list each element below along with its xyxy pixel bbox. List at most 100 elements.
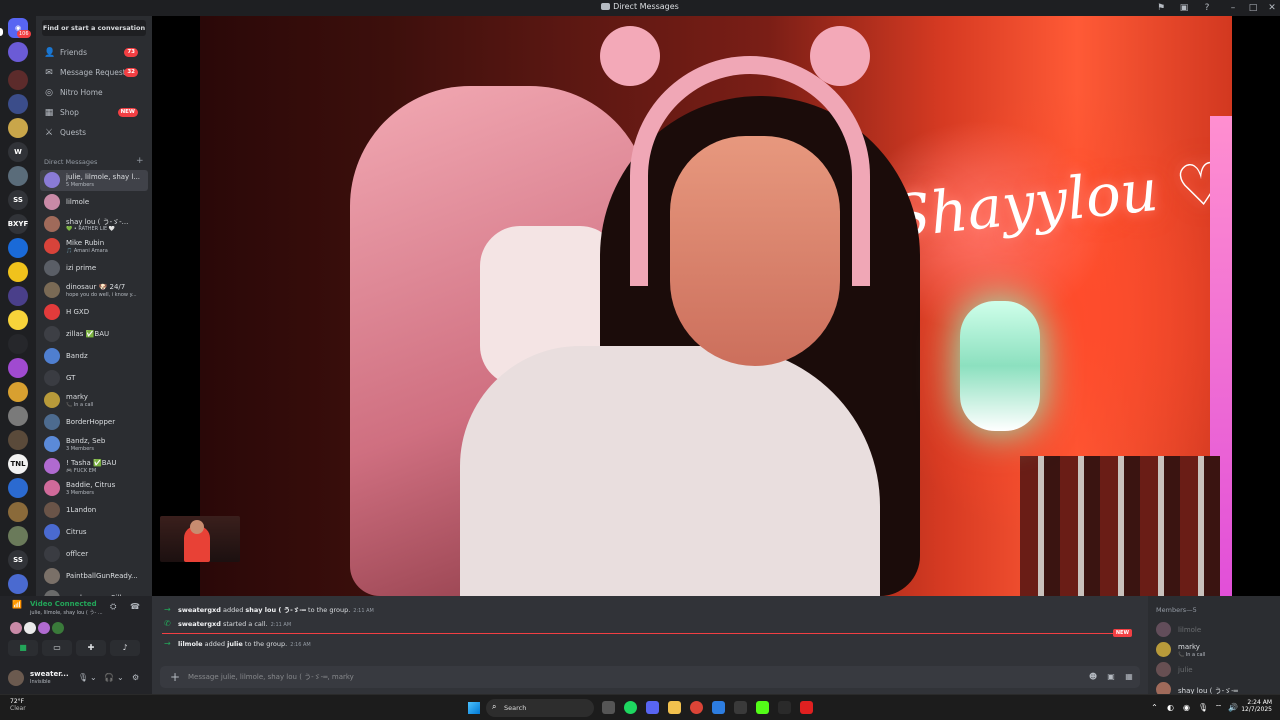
dm-item[interactable]: GT xyxy=(40,368,148,389)
task-view-icon[interactable] xyxy=(602,701,615,714)
headphone-options-icon[interactable]: ⌄ xyxy=(117,673,124,682)
find-conversation-button[interactable]: Find or start a conversation xyxy=(42,20,146,36)
activity-button[interactable]: ✚ xyxy=(76,640,106,656)
weather-widget[interactable]: 72°F Clear xyxy=(10,698,26,712)
voice-status[interactable]: Video Connected xyxy=(30,600,97,608)
tray-mic-icon[interactable]: 🎙 xyxy=(1198,703,1208,712)
obs-icon[interactable] xyxy=(734,701,747,714)
mute-icon[interactable]: 🎙 xyxy=(78,673,88,682)
server-1[interactable] xyxy=(8,42,28,62)
window-icon[interactable]: ▣ xyxy=(1179,3,1189,13)
volume-icon[interactable]: 🔊 xyxy=(1228,703,1238,712)
disconnect-icon[interactable]: ☎ xyxy=(130,602,140,611)
gif-icon[interactable]: ▣ xyxy=(1106,672,1116,682)
dm-item[interactable]: zillas ✅BAU xyxy=(40,324,148,345)
settings-gear-icon[interactable]: ⚙ xyxy=(132,673,139,682)
server-5[interactable] xyxy=(8,166,28,186)
dm-item[interactable]: julie, lilmole, sһaу l... 5 Members xyxy=(40,170,148,191)
server-8[interactable] xyxy=(8,286,28,306)
server-tnl[interactable]: TNL xyxy=(8,454,28,474)
gift-icon[interactable]: ☻ xyxy=(1088,672,1098,682)
create-dm-icon[interactable]: + xyxy=(136,156,144,166)
screen-share-button[interactable]: ▭ xyxy=(42,640,72,656)
dm-item[interactable]: marky_gxrz, Silky... xyxy=(40,588,148,596)
discord-icon[interactable] xyxy=(646,701,659,714)
dm-item[interactable]: Bandz, Seb 3 Members xyxy=(40,434,148,455)
spotify-icon[interactable] xyxy=(624,701,637,714)
capcut-icon[interactable] xyxy=(778,701,791,714)
user-avatar[interactable] xyxy=(8,670,24,686)
message-composer[interactable]: + Message julie, lilmole, sһaу lou ( う-ゞ… xyxy=(160,666,1140,688)
file-explorer-icon[interactable] xyxy=(668,701,681,714)
dm-item[interactable]: 1Landon xyxy=(40,500,148,521)
dm-item[interactable]: Citrus xyxy=(40,522,148,543)
maximize-icon[interactable]: □ xyxy=(1248,3,1258,13)
dm-item[interactable]: offlcer xyxy=(40,544,148,565)
close-icon[interactable]: ✕ xyxy=(1267,3,1277,13)
server-12[interactable] xyxy=(8,382,28,402)
member-item[interactable]: julie xyxy=(1156,660,1276,680)
photos-icon[interactable] xyxy=(712,701,725,714)
server-2[interactable] xyxy=(8,70,28,90)
member-item[interactable]: lilmole xyxy=(1156,620,1276,640)
tray-app-icon[interactable]: ◐ xyxy=(1166,703,1175,712)
server-w[interactable]: W xyxy=(8,142,28,162)
server-6[interactable] xyxy=(8,238,28,258)
headphones-icon[interactable]: 🎧 xyxy=(104,673,114,682)
taskbar-search[interactable]: ⌕ Search xyxy=(486,699,594,717)
dm-item[interactable]: ! Tasha ✅BAU 🎮 FUCK EM xyxy=(40,456,148,477)
server-10[interactable] xyxy=(8,334,28,354)
dm-item[interactable]: H GXD xyxy=(40,302,148,323)
noise-suppression-icon[interactable]: ⛭ xyxy=(110,602,116,612)
dm-item[interactable]: izi prime xyxy=(40,258,148,279)
server-14[interactable] xyxy=(8,430,28,450)
server-18[interactable] xyxy=(8,574,28,594)
video-stage[interactable]: Shayylou ♡ xyxy=(152,16,1280,596)
server-17[interactable] xyxy=(8,526,28,546)
nav-shop[interactable]: ▦ Shop NEW xyxy=(40,104,148,122)
dm-item[interactable]: dinosaur 🐶 24/7 hope you do well, i know … xyxy=(40,280,148,301)
clock[interactable]: 2:24 AM 12/7/2025 xyxy=(1241,699,1272,713)
nav-quests[interactable]: ⚔ Quests xyxy=(40,124,148,142)
chrome-icon[interactable] xyxy=(690,701,703,714)
dm-item[interactable]: Mike Rubin 🎵 Amani Amara xyxy=(40,236,148,257)
inbox-icon[interactable]: ⚑ xyxy=(1156,3,1166,13)
help-icon[interactable]: ? xyxy=(1202,3,1212,13)
nav-message-requests[interactable]: ✉ Message Requests 32 xyxy=(40,64,148,82)
wifi-icon[interactable]: ⌔ xyxy=(1214,703,1223,712)
nav-friends[interactable]: 👤 Friends 73 xyxy=(40,44,148,62)
dm-item[interactable]: sһaу lou ( う-ゞ-... 💚 • RATHER LIE 🤍 xyxy=(40,214,148,235)
message-input[interactable]: Message julie, lilmole, sһaу lou ( う-ゞ-═… xyxy=(188,672,354,682)
nav-nitro-home[interactable]: ◎ Nitro Home xyxy=(40,84,148,102)
server-9[interactable] xyxy=(8,310,28,330)
dm-item[interactable]: marky 📞 In a call xyxy=(40,390,148,411)
server-11[interactable] xyxy=(8,358,28,378)
server-ss-2[interactable]: SS xyxy=(8,550,28,570)
server-16[interactable] xyxy=(8,502,28,522)
mic-options-icon[interactable]: ⌄ xyxy=(90,673,97,682)
dm-item[interactable]: BorderHopper xyxy=(40,412,148,433)
server-3[interactable] xyxy=(8,94,28,114)
minimize-icon[interactable]: – xyxy=(1228,3,1238,13)
dm-item[interactable]: PaintballGunReady... xyxy=(40,566,148,587)
dm-item[interactable]: Baddie, Citrus 3 Members xyxy=(40,478,148,499)
member-item[interactable]: marky 📞 In a call xyxy=(1156,640,1276,660)
kick-icon[interactable] xyxy=(756,701,769,714)
start-button[interactable] xyxy=(468,702,480,714)
server-ss[interactable]: SS xyxy=(8,190,28,210)
attach-plus-icon[interactable]: + xyxy=(168,670,182,684)
server-13[interactable] xyxy=(8,406,28,426)
server-4[interactable] xyxy=(8,118,28,138)
server-7[interactable] xyxy=(8,262,28,282)
self-camera-preview[interactable] xyxy=(160,516,240,562)
member-item[interactable]: sһaу lou ( う-ゞ-═ xyxy=(1156,680,1276,694)
tray-chevron-icon[interactable]: ⌃ xyxy=(1150,703,1159,712)
soundboard-button[interactable]: ♪ xyxy=(110,640,140,656)
app-icon[interactable] xyxy=(800,701,813,714)
stream-video[interactable]: Shayylou ♡ xyxy=(200,16,1232,596)
tray-app-icon[interactable]: ◉ xyxy=(1182,703,1191,712)
server-bxyf[interactable]: BXYF xyxy=(8,214,28,234)
dm-item[interactable]: Bandz xyxy=(40,346,148,367)
user-name[interactable]: sweater... xyxy=(30,670,69,678)
server-15[interactable] xyxy=(8,478,28,498)
